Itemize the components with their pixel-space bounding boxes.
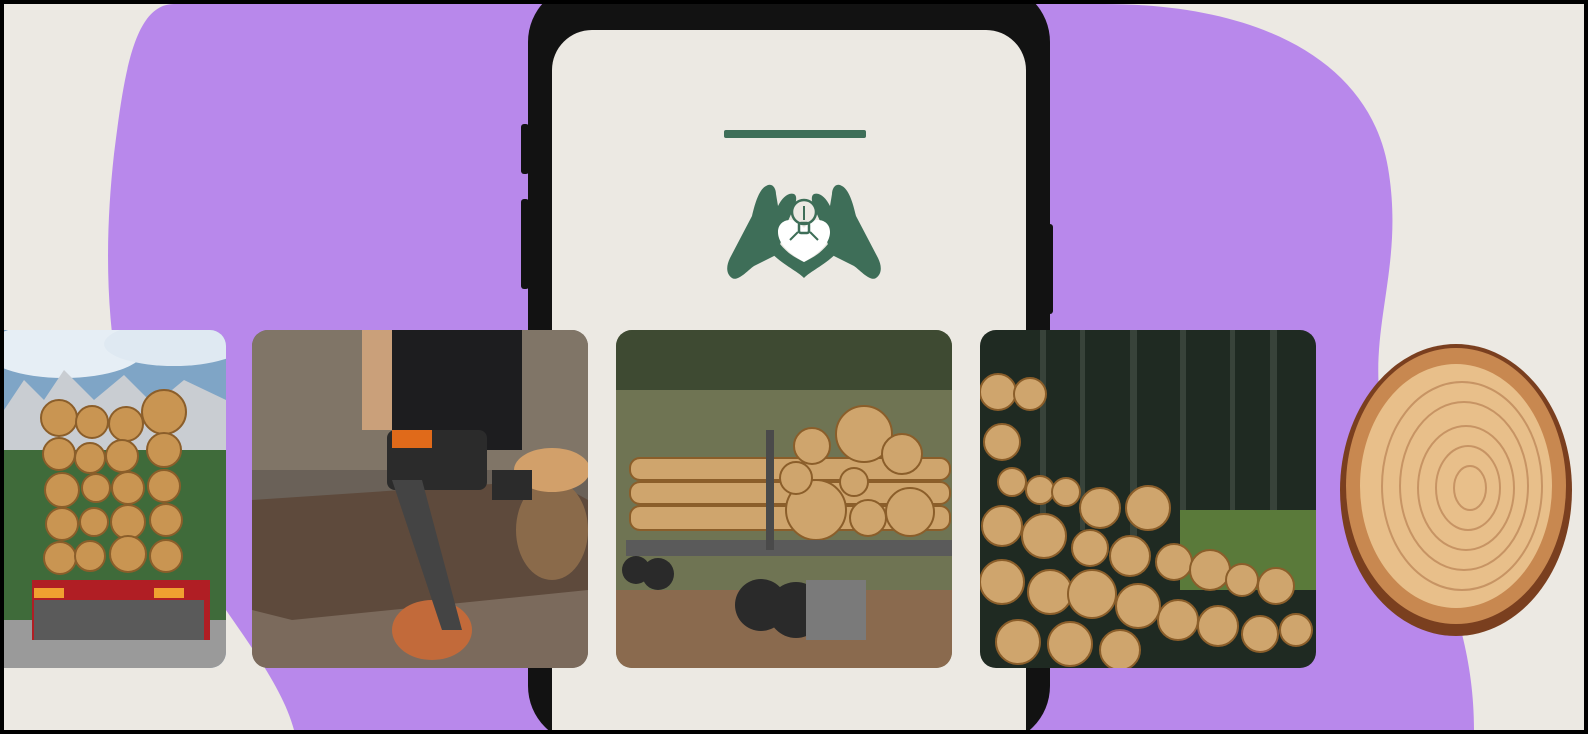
logging-truck-photo bbox=[4, 330, 226, 668]
hands-heart-lightbulb-icon bbox=[727, 184, 881, 279]
tree-stump-slice-photo bbox=[1340, 344, 1572, 636]
hero-banner bbox=[4, 4, 1584, 730]
log-trailer-photo bbox=[616, 330, 952, 668]
header-bar bbox=[724, 130, 866, 138]
chainsaw-cutting-photo bbox=[252, 330, 588, 668]
stacked-logs-forest-photo bbox=[980, 330, 1316, 668]
